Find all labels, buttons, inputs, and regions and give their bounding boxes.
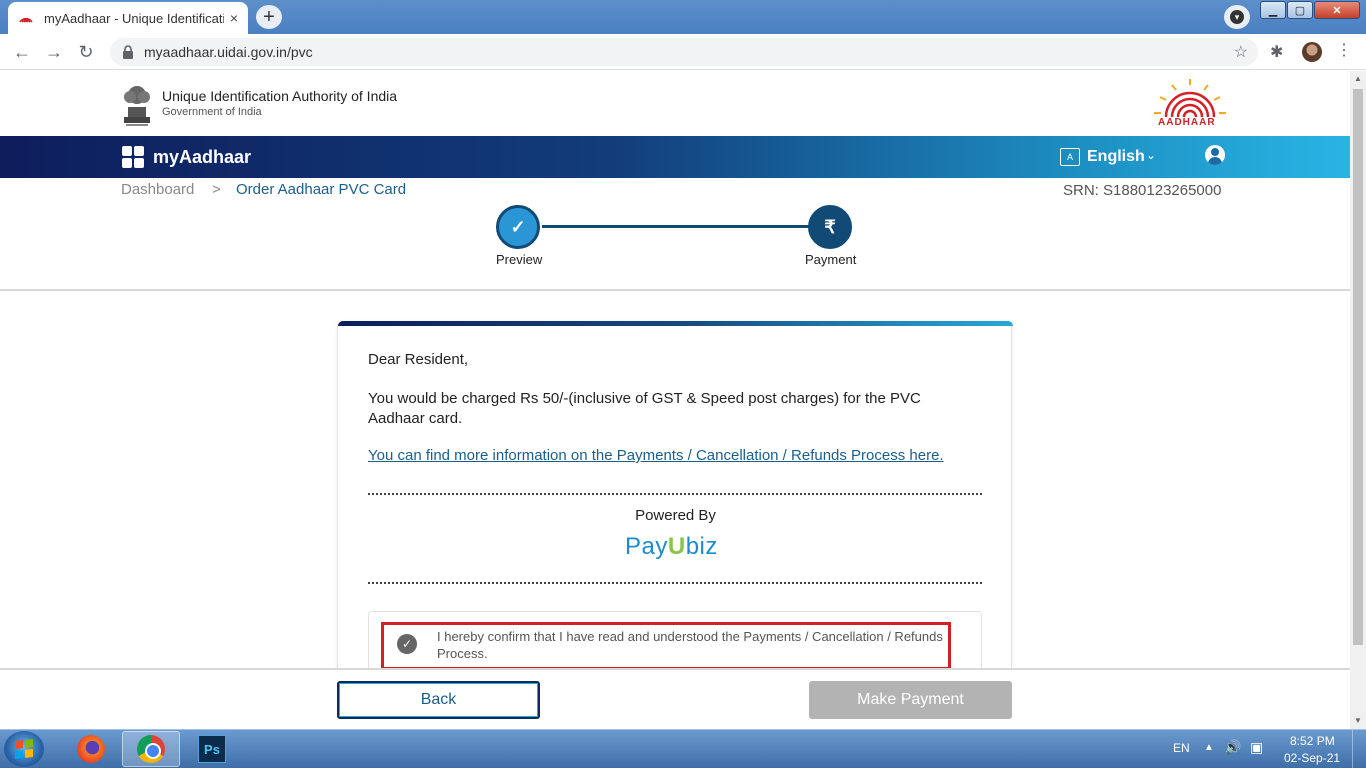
step-payment-rupee-icon: ₹ <box>808 205 852 249</box>
tab-title: myAadhaar - Unique Identificatio <box>44 10 224 26</box>
step-preview-label: Preview <box>496 252 543 267</box>
back-arrow-icon[interactable]: ← <box>10 40 34 64</box>
scroll-down-arrow-icon[interactable]: ▼ <box>1350 713 1366 729</box>
tab-close-icon[interactable]: × <box>230 10 238 26</box>
taskbar-chrome[interactable] <box>122 731 180 767</box>
national-emblem-icon <box>124 86 150 126</box>
url-text: myaadhaar.uidai.gov.in/pvc <box>144 44 313 60</box>
greeting-text: Dear Resident, <box>368 351 469 368</box>
section-divider <box>0 289 1350 291</box>
browser-menu-icon[interactable]: ⋮ <box>1336 41 1352 61</box>
reload-icon[interactable]: ↻ <box>74 40 98 64</box>
minimize-button[interactable]: ▁ <box>1260 1 1286 19</box>
lock-icon <box>123 45 133 59</box>
windows-taskbar: Ps EN ▲ 🔊 ▣ 8:52 PM 02-Sep-21 <box>0 729 1366 768</box>
charge-info-text: You would be charged Rs 50/-(inclusive o… <box>368 390 921 427</box>
scrollbar-thumb[interactable] <box>1353 89 1363 645</box>
forward-arrow-icon[interactable]: → <box>42 40 66 64</box>
breadcrumb-current: Order Aadhaar PVC Card <box>236 181 407 198</box>
card-accent-bar <box>338 321 1013 326</box>
browser-tab[interactable]: myAadhaar - Unique Identificatio × <box>8 2 248 34</box>
taskbar-photoshop[interactable]: Ps <box>183 731 241 767</box>
payu-logo-mid: U <box>667 533 686 560</box>
taskbar-firefox[interactable] <box>62 731 120 767</box>
stepper-connector <box>542 225 810 228</box>
dotted-divider <box>368 582 982 584</box>
step-payment-label: Payment <box>805 252 857 267</box>
confirm-checkbox-label[interactable]: I hereby confirm that I have read and un… <box>437 628 947 662</box>
action-bar: Back Make Payment <box>0 668 1350 729</box>
step-preview-check-icon: ✓ <box>496 205 540 249</box>
breadcrumb-chevron-icon: > <box>212 181 221 198</box>
scroll-up-arrow-icon[interactable]: ▲ <box>1350 71 1366 87</box>
user-account-icon[interactable] <box>1205 145 1225 165</box>
app-navbar: myAadhaar A English ⌄ <box>0 136 1350 178</box>
photoshop-icon: Ps <box>198 735 226 763</box>
network-icon[interactable]: ▣ <box>1250 739 1263 756</box>
browser-toolbar: ← → ↻ myaadhaar.uidai.gov.in/pvc ☆ <box>0 34 1366 70</box>
new-tab-button[interactable]: + <box>256 5 282 29</box>
chrome-icon <box>137 735 165 763</box>
back-button[interactable]: Back <box>337 681 540 719</box>
app-name[interactable]: myAadhaar <box>153 147 251 168</box>
payu-logo-suffix: biz <box>685 533 718 560</box>
clock-time[interactable]: 8:52 PM <box>1290 734 1335 748</box>
language-selector[interactable]: English <box>1087 148 1145 166</box>
language-icon[interactable]: A <box>1060 148 1080 166</box>
tab-search-button[interactable]: ▾ <box>1224 5 1250 29</box>
extensions-icon[interactable]: ✱ <box>1270 42 1283 62</box>
page-viewport: Unique Identification Authority of India… <box>0 71 1350 729</box>
aadhaar-favicon-icon <box>19 17 33 23</box>
breadcrumb-dashboard[interactable]: Dashboard <box>121 181 194 198</box>
show-desktop-button[interactable] <box>1352 730 1366 768</box>
input-language-indicator[interactable]: EN <box>1173 741 1190 755</box>
clock-date[interactable]: 02-Sep-21 <box>1284 751 1340 765</box>
app-grid-icon[interactable] <box>122 146 144 168</box>
windows-logo-icon <box>15 739 33 759</box>
profile-avatar[interactable] <box>1302 42 1322 62</box>
srn-number: SRN: S1880123265000 <box>1063 182 1222 199</box>
powered-by-label: Powered By <box>635 507 716 524</box>
close-window-button[interactable]: ✕ <box>1314 1 1360 19</box>
payu-logo-prefix: Pay <box>625 533 668 560</box>
payu-biz-logo: PayUbiz <box>625 533 718 561</box>
volume-icon[interactable]: 🔊 <box>1224 739 1241 756</box>
browser-titlebar: myAadhaar - Unique Identificatio × + ▾ ▁… <box>0 0 1366 34</box>
confirm-checkbox-icon[interactable]: ✓ <box>397 634 417 654</box>
address-bar[interactable]: myaadhaar.uidai.gov.in/pvc ☆ <box>110 38 1258 66</box>
start-button[interactable] <box>4 731 44 767</box>
chevron-down-icon: ▾ <box>1230 10 1244 24</box>
org-name: Unique Identification Authority of India <box>162 88 398 104</box>
page-scrollbar[interactable]: ▲ ▼ <box>1350 71 1366 729</box>
maximize-button[interactable]: ▢ <box>1287 1 1313 19</box>
tray-expand-icon[interactable]: ▲ <box>1204 742 1214 753</box>
firefox-icon <box>77 735 105 763</box>
bookmark-star-icon[interactable]: ☆ <box>1234 42 1248 62</box>
aadhaar-logo-text: AADHAAR <box>1158 117 1216 128</box>
org-subtitle: Government of India <box>162 106 262 118</box>
site-header: Unique Identification Authority of India… <box>0 71 1350 136</box>
chevron-down-icon[interactable]: ⌄ <box>1146 148 1156 162</box>
refund-policy-link[interactable]: You can find more information on the Pay… <box>368 446 978 466</box>
dotted-divider <box>368 493 982 495</box>
make-payment-button[interactable]: Make Payment <box>809 681 1012 719</box>
